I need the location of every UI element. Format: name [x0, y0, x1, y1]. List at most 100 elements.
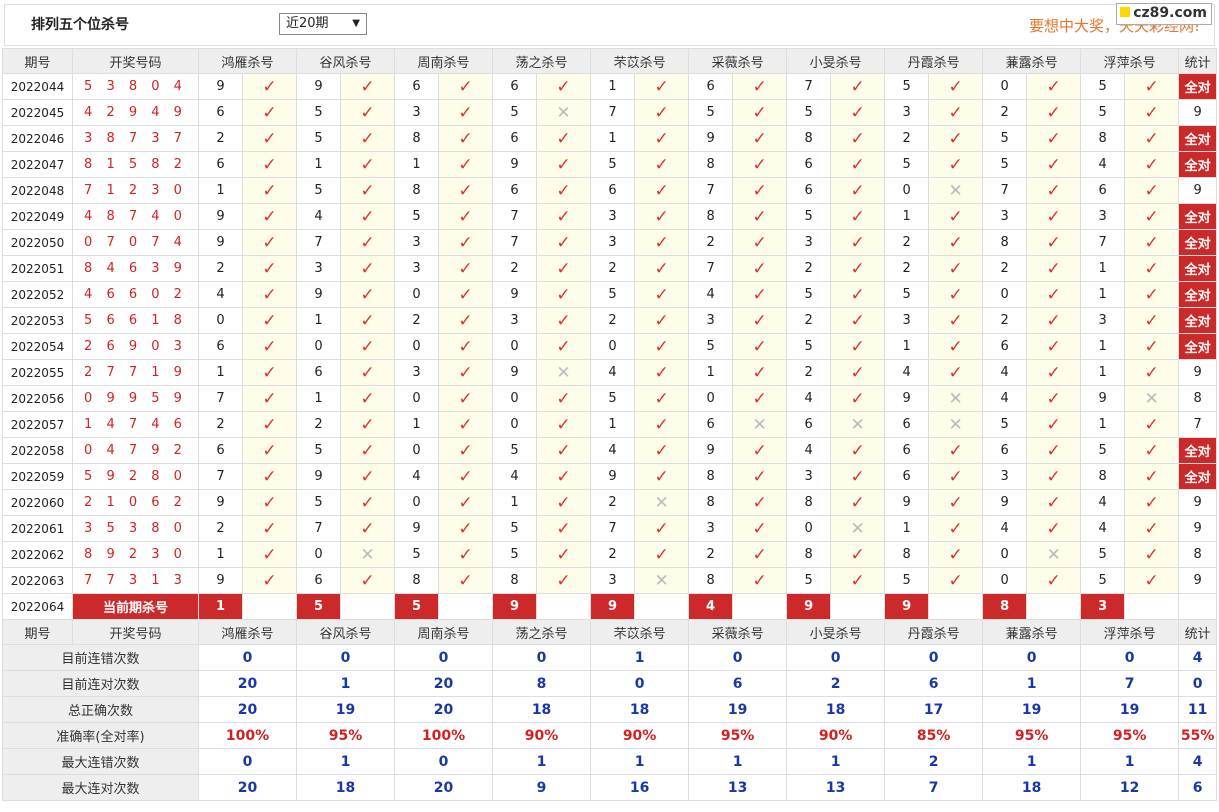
- stats-value: 18: [786, 696, 886, 723]
- result-cell: ✓: [241, 151, 298, 178]
- check-mark-icon: ✓: [752, 232, 767, 253]
- result-cell: ✓: [536, 307, 592, 334]
- result-cell: ✓: [241, 177, 298, 204]
- header-expert-2[interactable]: 周南杀号: [394, 619, 494, 645]
- result-cell: ✓: [438, 229, 494, 256]
- kill-number-cell: 7: [590, 515, 636, 542]
- check-mark-icon: ✓: [850, 232, 865, 253]
- check-mark-icon: ✓: [1144, 180, 1159, 201]
- result-cell: ✓: [340, 125, 396, 152]
- check-mark-icon: ✓: [850, 128, 865, 149]
- kill-number-cell: 2: [786, 307, 832, 334]
- result-cell: ✓: [634, 515, 690, 542]
- header-expert-6[interactable]: 小旻杀号: [786, 619, 886, 645]
- check-mark-icon: ✓: [752, 466, 767, 487]
- result-cell: ✕: [732, 411, 788, 438]
- check-mark-icon: ✓: [1144, 336, 1159, 357]
- kill-number-cell: 1: [1080, 255, 1126, 282]
- header-expert-6[interactable]: 小旻杀号: [786, 48, 886, 74]
- kill-number-cell: 2: [884, 229, 930, 256]
- header-expert-1[interactable]: 谷风杀号: [296, 48, 396, 74]
- kill-number-cell: 5: [492, 541, 538, 568]
- stats-total: 4: [1178, 644, 1218, 671]
- result-cell: ✓: [1124, 359, 1180, 386]
- kill-number-cell: 0: [982, 281, 1028, 308]
- stats-value: 1: [982, 670, 1082, 697]
- site-logo[interactable]: cz89.com: [1116, 3, 1212, 25]
- header-expert-7[interactable]: 丹霞杀号: [884, 619, 984, 645]
- period-cell: 2022045: [2, 99, 73, 126]
- draw-numbers-cell: 4 2 9 4 9: [72, 99, 199, 126]
- kill-number-cell: 6: [688, 411, 734, 438]
- result-cell: ✓: [340, 437, 396, 464]
- check-mark-icon: ✓: [654, 206, 669, 227]
- result-cell: ✓: [928, 307, 984, 334]
- current-total-cell: [1178, 593, 1218, 620]
- stats-row: 最大连错次数 0 1 0 1 1 1 1 2 1 1 4: [2, 748, 1218, 775]
- header-expert-2[interactable]: 周南杀号: [394, 48, 494, 74]
- result-cell: ✓: [1026, 73, 1082, 100]
- check-mark-icon: ✓: [654, 232, 669, 253]
- result-cell: ✓: [732, 567, 788, 594]
- kill-number-cell: 5: [884, 281, 930, 308]
- check-mark-icon: ✓: [948, 440, 963, 461]
- header-expert-3[interactable]: 荡之杀号: [492, 48, 592, 74]
- check-mark-icon: ✓: [458, 154, 473, 175]
- check-mark-icon: ✓: [1046, 518, 1061, 539]
- kill-number-cell: 3: [394, 255, 440, 282]
- period-range-select[interactable]: 近20期 ▼: [279, 13, 367, 35]
- header-expert-0[interactable]: 鸿雁杀号: [197, 619, 298, 645]
- stats-value: 0: [394, 748, 494, 775]
- result-cell: ✓: [830, 151, 886, 178]
- check-mark-icon: ✓: [458, 102, 473, 123]
- kill-number-cell: 8: [786, 489, 832, 516]
- table-row: 2022047 8 1 5 8 2 6 ✓ 1 ✓ 1 ✓ 9 ✓ 5 ✓ 8 ✓ 6 ✓ 5 ✓ 5 ✓ 4 ✓ 全对: [2, 151, 1218, 178]
- header-expert-5[interactable]: 采薇杀号: [688, 619, 788, 645]
- result-cell: ✓: [536, 255, 592, 282]
- stats-label: 最大连对次数: [2, 774, 199, 801]
- period-cell: 2022061: [2, 515, 73, 542]
- header-expert-9[interactable]: 浮萍杀号: [1080, 48, 1180, 74]
- header-expert-8[interactable]: 蒹露杀号: [982, 48, 1082, 74]
- kill-number-cell: 4: [394, 463, 440, 490]
- check-mark-icon: ✓: [948, 466, 963, 487]
- result-cell: ✓: [340, 99, 396, 126]
- header-expert-7[interactable]: 丹霞杀号: [884, 48, 984, 74]
- result-cell: ✓: [1026, 489, 1082, 516]
- stats-value: 90%: [492, 722, 592, 749]
- kill-number-cell: 5: [590, 151, 636, 178]
- period-cell: 2022062: [2, 541, 73, 568]
- check-mark-icon: ✓: [654, 440, 669, 461]
- result-cell: ✓: [438, 411, 494, 438]
- result-cell: ✓: [241, 73, 298, 100]
- header-expert-3[interactable]: 荡之杀号: [492, 619, 592, 645]
- header-expert-0[interactable]: 鸿雁杀号: [197, 48, 298, 74]
- check-mark-icon: ✓: [752, 492, 767, 513]
- kill-number-cell: 9: [198, 73, 243, 100]
- header-expert-1[interactable]: 谷风杀号: [296, 619, 396, 645]
- result-cell: ✓: [1124, 567, 1180, 594]
- kill-number-cell: 6: [296, 359, 342, 386]
- draw-numbers-cell: 5 6 6 1 8: [72, 307, 199, 334]
- kill-number-cell: 0: [394, 437, 440, 464]
- check-mark-icon: ✓: [458, 180, 473, 201]
- header-expert-5[interactable]: 采薇杀号: [688, 48, 788, 74]
- result-cell: ✓: [634, 359, 690, 386]
- check-mark-icon: ✓: [556, 492, 571, 513]
- result-cell: ✓: [438, 359, 494, 386]
- header-expert-4[interactable]: 芣苡杀号: [590, 48, 690, 74]
- kill-number-cell: 5: [982, 151, 1028, 178]
- row-total-cell: 全对: [1178, 281, 1218, 308]
- result-cell: ✓: [438, 567, 494, 594]
- result-cell: ✕: [1026, 541, 1082, 568]
- stats-value: 100%: [394, 722, 494, 749]
- logo-square-icon: [1120, 7, 1131, 17]
- kill-number-cell: 2: [394, 307, 440, 334]
- header-expert-8[interactable]: 蒹露杀号: [982, 619, 1082, 645]
- header-expert-4[interactable]: 芣苡杀号: [590, 619, 690, 645]
- check-mark-icon: ✓: [654, 284, 669, 305]
- check-mark-icon: ✓: [360, 466, 375, 487]
- kill-number-cell: 6: [884, 437, 930, 464]
- header-expert-9[interactable]: 浮萍杀号: [1080, 619, 1180, 645]
- result-cell: ✓: [241, 385, 298, 412]
